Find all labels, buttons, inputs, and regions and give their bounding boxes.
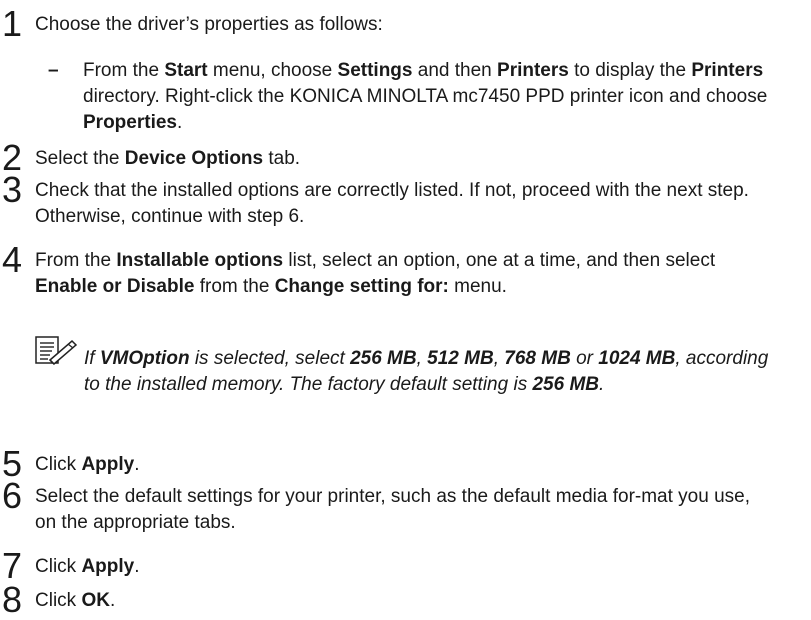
bold-term: Start <box>164 60 208 81</box>
text-run: Click <box>35 454 82 475</box>
note-pencil-icon <box>35 336 78 365</box>
step-text: Click OK. <box>35 588 775 614</box>
text-run: . <box>134 556 140 577</box>
text-run: From the <box>83 60 165 81</box>
bold-term: 256 MB <box>532 374 599 395</box>
text-run: Check that the installed options are cor… <box>35 180 749 227</box>
step-text: Select the Device Options tab. <box>35 146 775 172</box>
step-number: 3 <box>2 169 23 210</box>
bold-term: Printers <box>497 60 569 81</box>
step-number: 6 <box>2 475 23 516</box>
text-run: Select the <box>35 148 125 169</box>
text-run: . <box>599 374 605 395</box>
bold-term: 1024 MB <box>598 348 676 369</box>
text-run: and then <box>412 60 498 81</box>
step-text: Click Apply. <box>35 452 775 478</box>
text-run: tab. <box>263 148 301 169</box>
bold-term: 768 MB <box>504 348 571 369</box>
text-run: or <box>570 348 599 369</box>
text-run: . <box>176 112 183 133</box>
text-run: . <box>109 590 116 611</box>
bold-term: Device Options <box>124 148 264 169</box>
bold-term: Apply <box>81 556 135 577</box>
text-run: menu, choose <box>207 60 338 81</box>
text-run: Choose the driver’s properties as follow… <box>35 14 383 35</box>
step-text: Choose the driver’s properties as follow… <box>35 12 775 38</box>
step-number: 8 <box>2 579 23 620</box>
text-run: to display the <box>568 60 692 81</box>
step-text: From the Installable options list, selec… <box>35 248 775 300</box>
bold-term: VMOption <box>99 348 190 369</box>
step-number: 4 <box>2 239 23 280</box>
bold-term: Properties <box>83 112 177 133</box>
substep-text: From the Start menu, choose Settings and… <box>83 58 783 136</box>
step-number: 1 <box>2 3 23 44</box>
step-text: Click Apply. <box>35 554 775 580</box>
note-text: If VMOption is selected, select 256 MB, … <box>84 346 784 398</box>
bold-term: 512 MB <box>427 348 494 369</box>
text-run: directory. Right-click the KONICA MINOLT… <box>83 86 768 107</box>
text-run: Click <box>35 590 82 611</box>
bold-term: OK <box>81 590 110 611</box>
bold-term: Installable options <box>116 250 284 271</box>
bold-term: Settings <box>337 60 413 81</box>
dash-marker: – <box>48 60 59 81</box>
step-text: Check that the installed options are cor… <box>35 178 775 230</box>
text-run: is selected, select <box>189 348 351 369</box>
step-text: Select the default settings for your pri… <box>35 484 775 536</box>
text-run: . <box>134 454 140 475</box>
text-run: Click <box>35 556 82 577</box>
bold-term: 256 MB <box>350 348 417 369</box>
text-run: , <box>493 348 505 369</box>
bold-term: Enable or Disable <box>35 276 195 297</box>
text-run: list, select an option, one at a time, a… <box>283 250 716 271</box>
text-run: , <box>416 348 428 369</box>
text-run: menu. <box>448 276 507 297</box>
bold-term: Apply <box>81 454 135 475</box>
text-run: If <box>84 348 100 369</box>
text-run: from the <box>194 276 275 297</box>
text-run: From the <box>35 250 117 271</box>
bold-term: Printers <box>691 60 764 81</box>
text-run: Select the default settings for your pri… <box>35 486 750 533</box>
bold-term: Change setting for: <box>274 276 449 297</box>
